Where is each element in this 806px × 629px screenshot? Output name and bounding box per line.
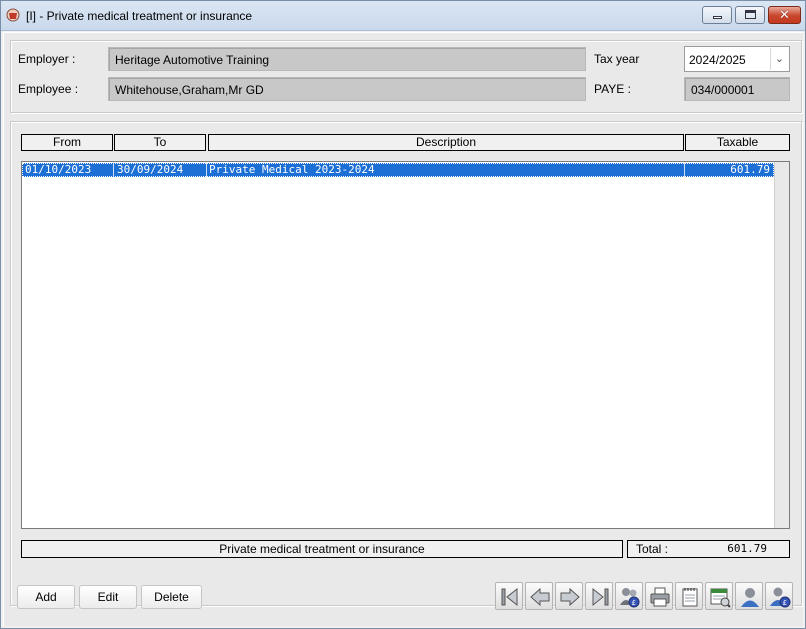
first-record-icon — [501, 587, 518, 607]
edit-button[interactable]: Edit — [79, 585, 137, 609]
close-icon: ✕ — [779, 7, 790, 22]
next-record-icon — [560, 587, 580, 607]
total-label: Total : — [636, 542, 669, 556]
cell-taxable: 601.79 — [684, 163, 770, 177]
total-value: 601.79 — [727, 542, 767, 555]
employee-label: Employee : — [18, 82, 79, 96]
employee-pay-icon: £ — [620, 588, 640, 608]
svg-text:£: £ — [632, 599, 636, 607]
next-record-button[interactable] — [555, 582, 583, 610]
maximize-button[interactable] — [735, 6, 765, 24]
calendar-report-icon — [710, 588, 731, 608]
total-box: Total : 601.79 — [627, 540, 790, 558]
previous-record-button[interactable] — [525, 582, 553, 610]
tax-year-select[interactable]: 2024/2025 ⌄ — [684, 46, 790, 72]
window-title: [I] - Private medical treatment or insur… — [26, 9, 253, 23]
paye-label: PAYE : — [594, 82, 631, 96]
calendar-report-button[interactable] — [705, 582, 733, 610]
footer-caption: Private medical treatment or insurance — [21, 540, 623, 558]
column-header-taxable[interactable]: Taxable — [685, 134, 790, 151]
print-button[interactable] — [645, 582, 673, 610]
cell-description: Private Medical 2023-2024 — [206, 163, 684, 177]
employer-field: Heritage Automotive Training — [108, 47, 586, 71]
svg-text:£: £ — [783, 599, 787, 607]
delete-button[interactable]: Delete — [141, 585, 202, 609]
tax-year-value: 2024/2025 — [689, 53, 746, 67]
client-area: Employer : Heritage Automotive Training … — [3, 32, 803, 626]
paye-field: 034/000001 — [684, 77, 790, 101]
vertical-scrollbar[interactable] — [774, 162, 789, 528]
employee-icon — [741, 588, 759, 607]
title-bar[interactable]: [I] - Private medical treatment or insur… — [1, 1, 805, 31]
employee-field: Whitehouse,Graham,Mr GD — [108, 77, 586, 101]
employee-pay-button[interactable]: £ — [615, 582, 643, 610]
minimize-button[interactable] — [702, 6, 732, 24]
notes-button[interactable] — [675, 582, 703, 610]
app-window: [I] - Private medical treatment or insur… — [0, 0, 806, 629]
employee-pay-alt-button[interactable]: £ — [765, 582, 793, 610]
column-header-to[interactable]: To — [114, 134, 206, 151]
close-button[interactable]: ✕ — [768, 6, 801, 24]
records-grid[interactable]: 01/10/2023 30/09/2024 Private Medical 20… — [21, 161, 790, 529]
employee-button[interactable] — [735, 582, 763, 610]
employer-label: Employer : — [18, 52, 76, 66]
app-icon — [6, 8, 20, 22]
tax-year-label: Tax year — [594, 52, 640, 66]
maximize-icon — [745, 10, 756, 19]
notes-icon — [682, 588, 698, 607]
column-header-description[interactable]: Description — [208, 134, 684, 151]
first-record-button[interactable] — [495, 582, 523, 610]
print-icon — [650, 587, 670, 607]
last-record-icon — [592, 587, 609, 607]
last-record-button[interactable] — [585, 582, 613, 610]
minimize-icon — [713, 16, 722, 19]
cell-to: 30/09/2024 — [113, 163, 205, 177]
previous-record-icon — [530, 587, 550, 607]
add-button[interactable]: Add — [17, 585, 75, 609]
cell-from: 01/10/2023 — [25, 163, 92, 176]
column-header-from[interactable]: From — [21, 134, 113, 151]
table-row[interactable]: 01/10/2023 30/09/2024 Private Medical 20… — [22, 163, 774, 177]
employee-pay-alt-icon: £ — [770, 587, 791, 608]
chevron-down-icon[interactable]: ⌄ — [770, 48, 788, 70]
